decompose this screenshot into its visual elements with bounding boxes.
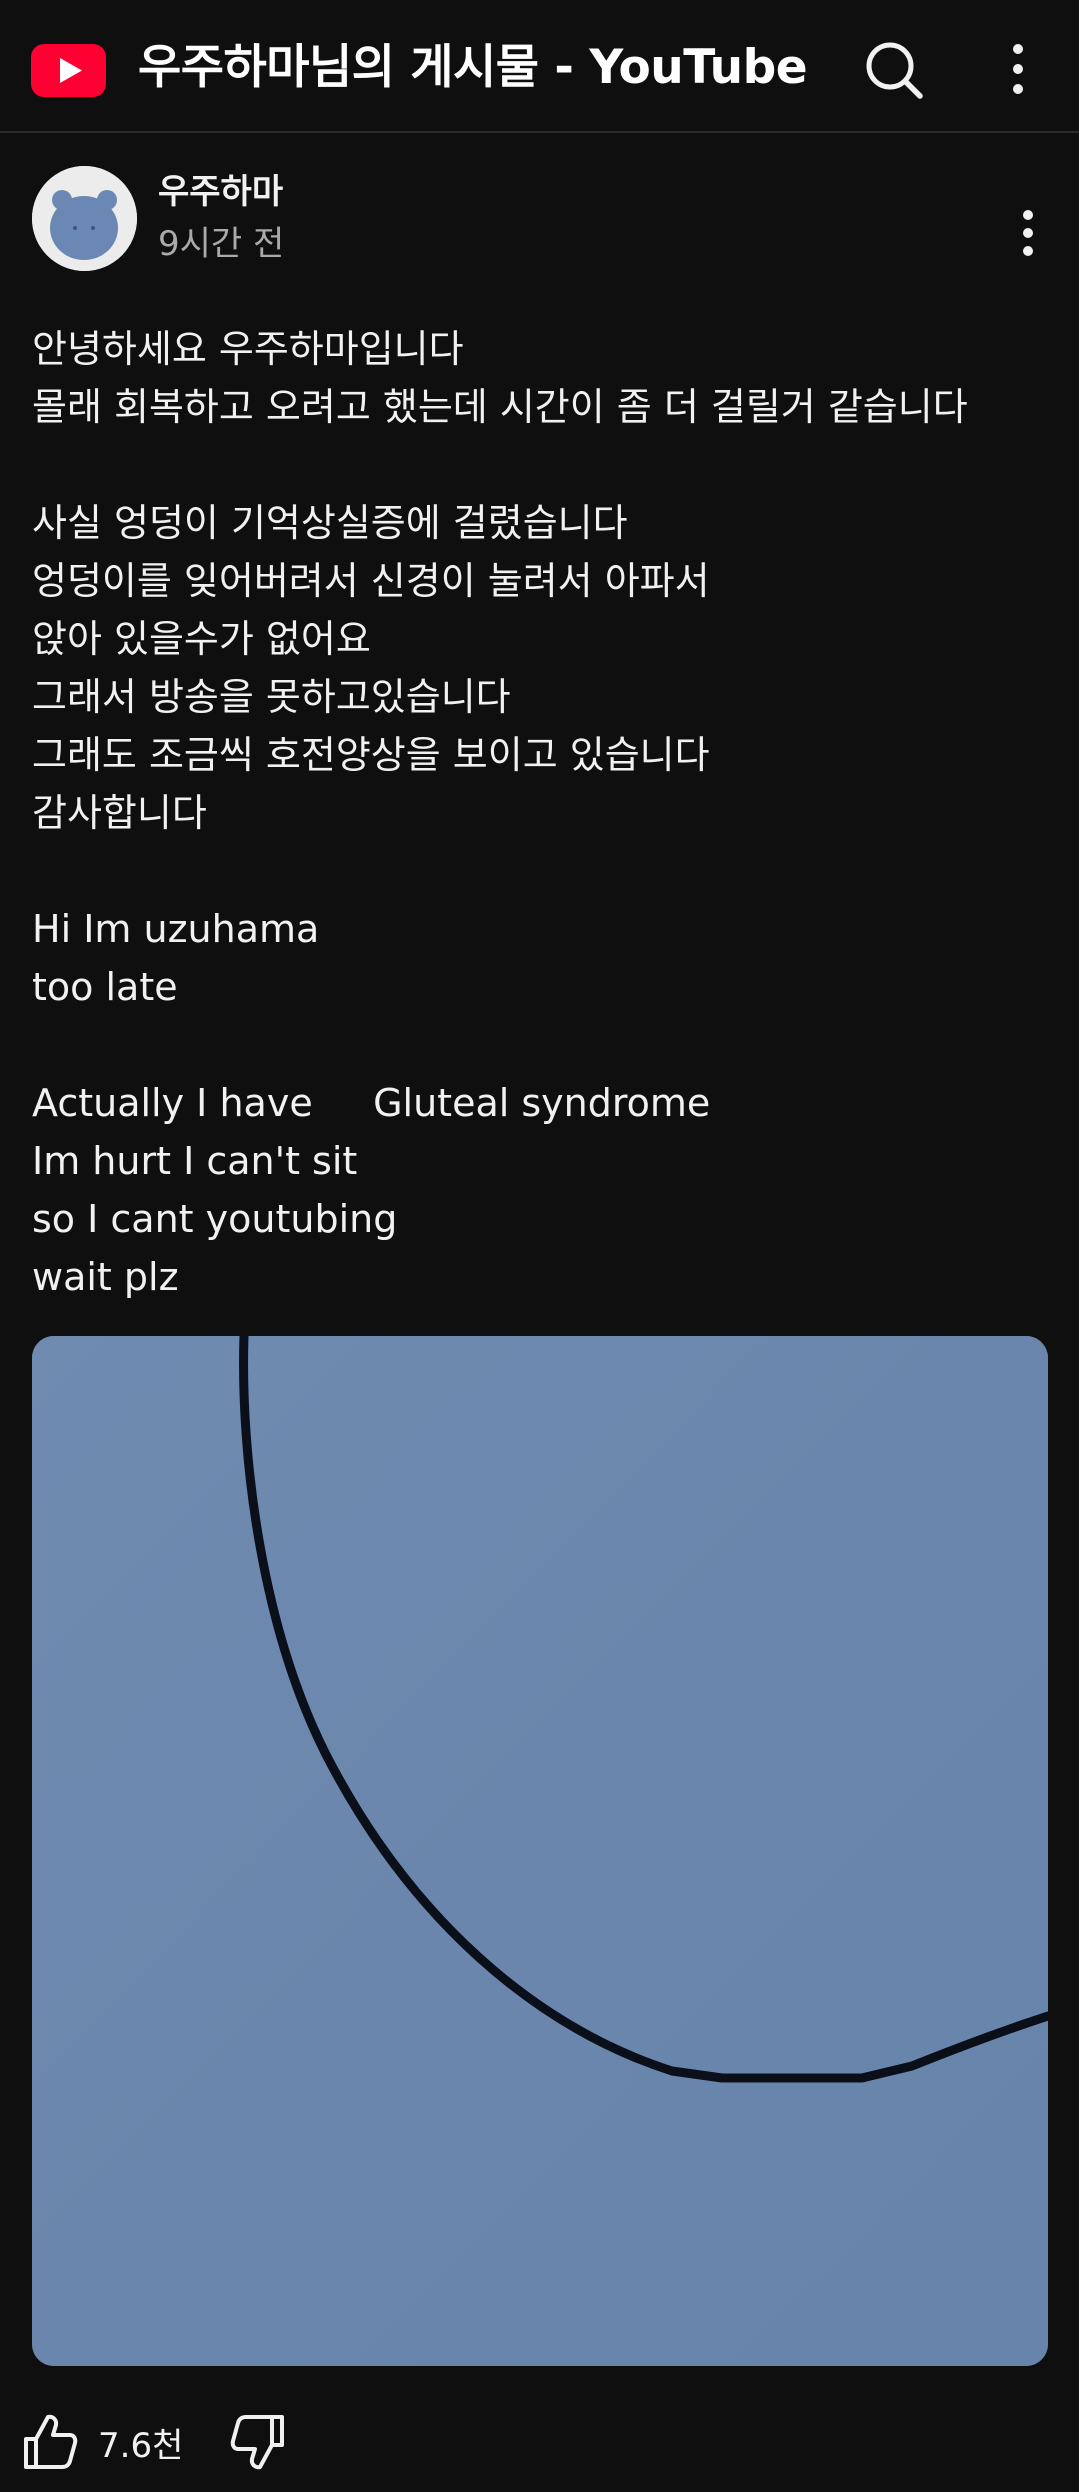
thumbs-up-icon bbox=[18, 2411, 80, 2473]
post-text-line: 앉아 있을수가 없어요 bbox=[32, 617, 371, 661]
post-header: 우주하마 9시간 전 bbox=[0, 150, 1079, 280]
like-button[interactable]: 7.6천 bbox=[18, 2400, 183, 2484]
more-vert-icon bbox=[990, 34, 1046, 104]
post-text-line: wait plz bbox=[32, 1255, 179, 1299]
dislike-button[interactable] bbox=[228, 2400, 308, 2484]
more-options-button[interactable] bbox=[990, 34, 1046, 104]
post-text-line: 엉덩이를 잊어버려서 신경이 눌려서 아파서 bbox=[32, 559, 710, 603]
more-vert-icon bbox=[1000, 198, 1056, 268]
post-text-line: 감사합니다 bbox=[32, 791, 207, 835]
post-text-line: Im hurt I can't sit bbox=[32, 1139, 358, 1183]
like-count: 7.6천 bbox=[98, 2425, 184, 2466]
post-text: 안녕하세요 우주하마입니다 몰래 회복하고 오려고 했는데 시간이 좀 더 걸릴… bbox=[32, 320, 1042, 1306]
post-text-line bbox=[32, 1016, 1042, 1074]
thumbs-down-icon bbox=[228, 2411, 308, 2473]
post-text-line: 그래도 조금씩 호전양상을 보이고 있습니다 bbox=[32, 733, 710, 777]
post-text-line: too late bbox=[32, 965, 178, 1009]
post-text-line: Actually I have Gluteal syndrome bbox=[32, 1081, 711, 1125]
channel-avatar[interactable] bbox=[32, 166, 137, 271]
top-app-bar: 우주하마님의 게시물 - YouTube bbox=[0, 0, 1079, 133]
post-text-line bbox=[32, 436, 1042, 494]
channel-name[interactable]: 우주하마 bbox=[158, 164, 283, 213]
post-image[interactable] bbox=[32, 1336, 1048, 2366]
search-button[interactable] bbox=[858, 34, 928, 104]
post-action-bar: 7.6천 bbox=[0, 2400, 1079, 2492]
post-text-line: 안녕하세요 우주하마입니다 bbox=[32, 327, 464, 371]
post-more-options-button[interactable] bbox=[1000, 198, 1056, 268]
page-title: 우주하마님의 게시물 - YouTube bbox=[138, 40, 808, 95]
post-text-line: 그래서 방송을 못하고있습니다 bbox=[32, 675, 511, 719]
search-icon bbox=[858, 34, 928, 104]
post-text-line: so I cant youtubing bbox=[32, 1197, 398, 1241]
post-timestamp: 9시간 전 bbox=[158, 224, 285, 264]
post-text-line: 사실 엉덩이 기억상실증에 걸렸습니다 bbox=[32, 501, 628, 545]
post-text-line: 몰래 회복하고 오려고 했는데 시간이 좀 더 걸릴거 같습니다 bbox=[32, 385, 968, 429]
post-text-line bbox=[32, 842, 1042, 900]
youtube-logo-icon[interactable] bbox=[31, 44, 106, 97]
post-text-line: Hi Im uzuhama bbox=[32, 907, 320, 951]
